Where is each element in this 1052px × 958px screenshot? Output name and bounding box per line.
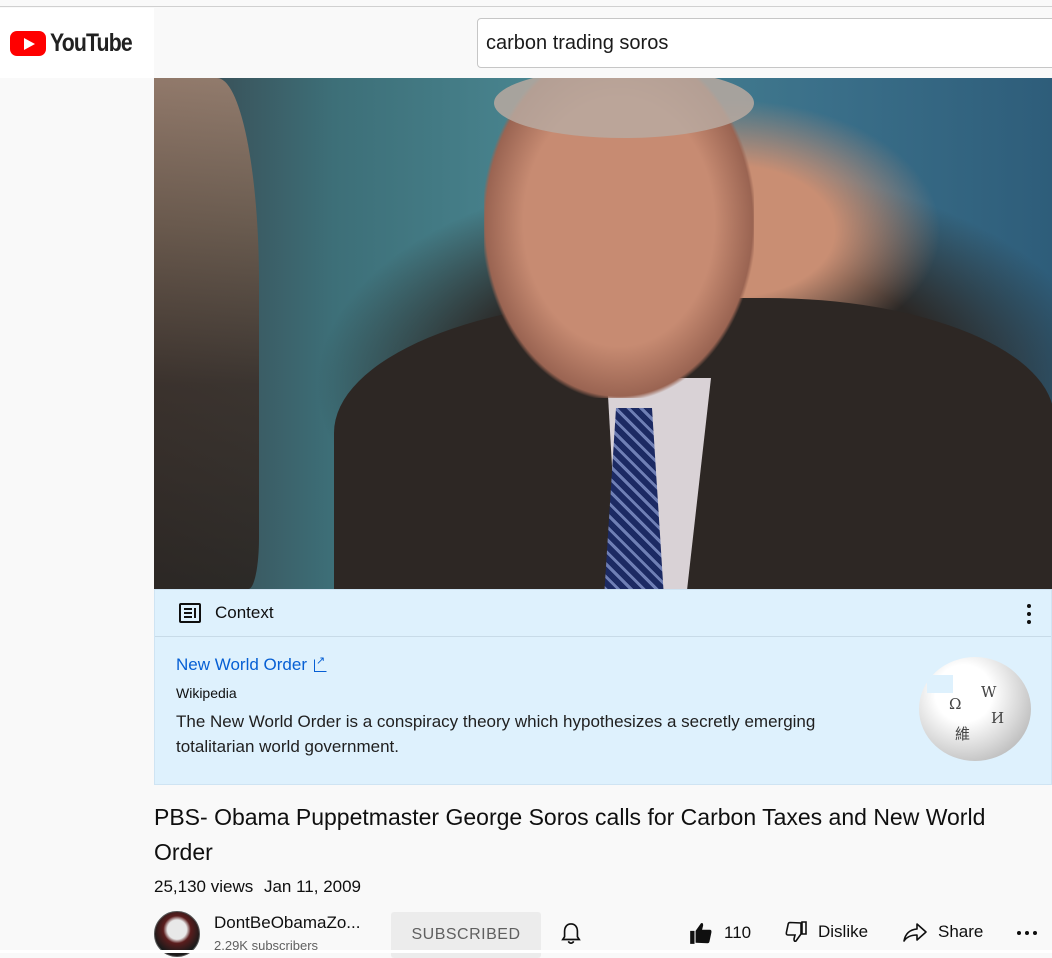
view-count: 25,130 views <box>154 877 254 896</box>
search-query: carbon trading soros <box>486 31 669 54</box>
bell-icon[interactable] <box>560 922 582 946</box>
context-body: New World Order Wikipedia The New World … <box>155 637 1051 777</box>
context-panel: Context New World Order Wikipedia The Ne… <box>154 589 1052 785</box>
video-meta: 25,130 views Jan 11, 2009 <box>154 877 367 897</box>
channel-name[interactable]: DontBeObamaZo... <box>214 913 360 933</box>
upload-date: Jan 11, 2009 <box>263 877 362 896</box>
share-label: Share <box>938 922 984 941</box>
context-source: Wikipedia <box>176 685 237 701</box>
more-horizontal-icon[interactable] <box>1017 931 1037 935</box>
context-list-icon <box>179 603 201 623</box>
more-vertical-icon[interactable] <box>1027 604 1031 624</box>
search-input[interactable]: carbon trading soros <box>477 18 1052 68</box>
youtube-play-icon <box>10 30 46 56</box>
context-header: Context <box>155 590 1051 637</box>
context-description: The New World Order is a conspiracy theo… <box>176 712 816 756</box>
video-title: PBS- Obama Puppetmaster George Soros cal… <box>154 804 986 865</box>
thumbs-down-icon <box>785 921 807 943</box>
thumbs-up-icon <box>690 922 712 944</box>
top-divider <box>0 6 1052 7</box>
wikipedia-globe-icon: Ω W И 維 <box>919 657 1031 761</box>
dislike-button[interactable]: Dislike <box>784 920 868 944</box>
share-arrow-icon <box>903 923 927 942</box>
context-link-text[interactable]: New World Order <box>176 655 307 675</box>
context-link[interactable]: New World Order <box>176 654 1030 675</box>
video-frame-interviewer <box>154 78 259 589</box>
like-count: 110 <box>724 923 752 942</box>
video-player[interactable] <box>154 78 1052 589</box>
logo-wordmark: YouTube <box>50 28 133 57</box>
youtube-logo[interactable]: YouTube <box>0 8 154 78</box>
subscribe-label: SUBSCRIBED <box>411 926 521 943</box>
like-button[interactable]: 110 <box>688 920 751 946</box>
context-heading: Context <box>215 603 274 622</box>
external-link-icon <box>314 654 327 672</box>
dislike-label: Dislike <box>818 922 869 941</box>
share-button[interactable]: Share <box>902 920 983 944</box>
